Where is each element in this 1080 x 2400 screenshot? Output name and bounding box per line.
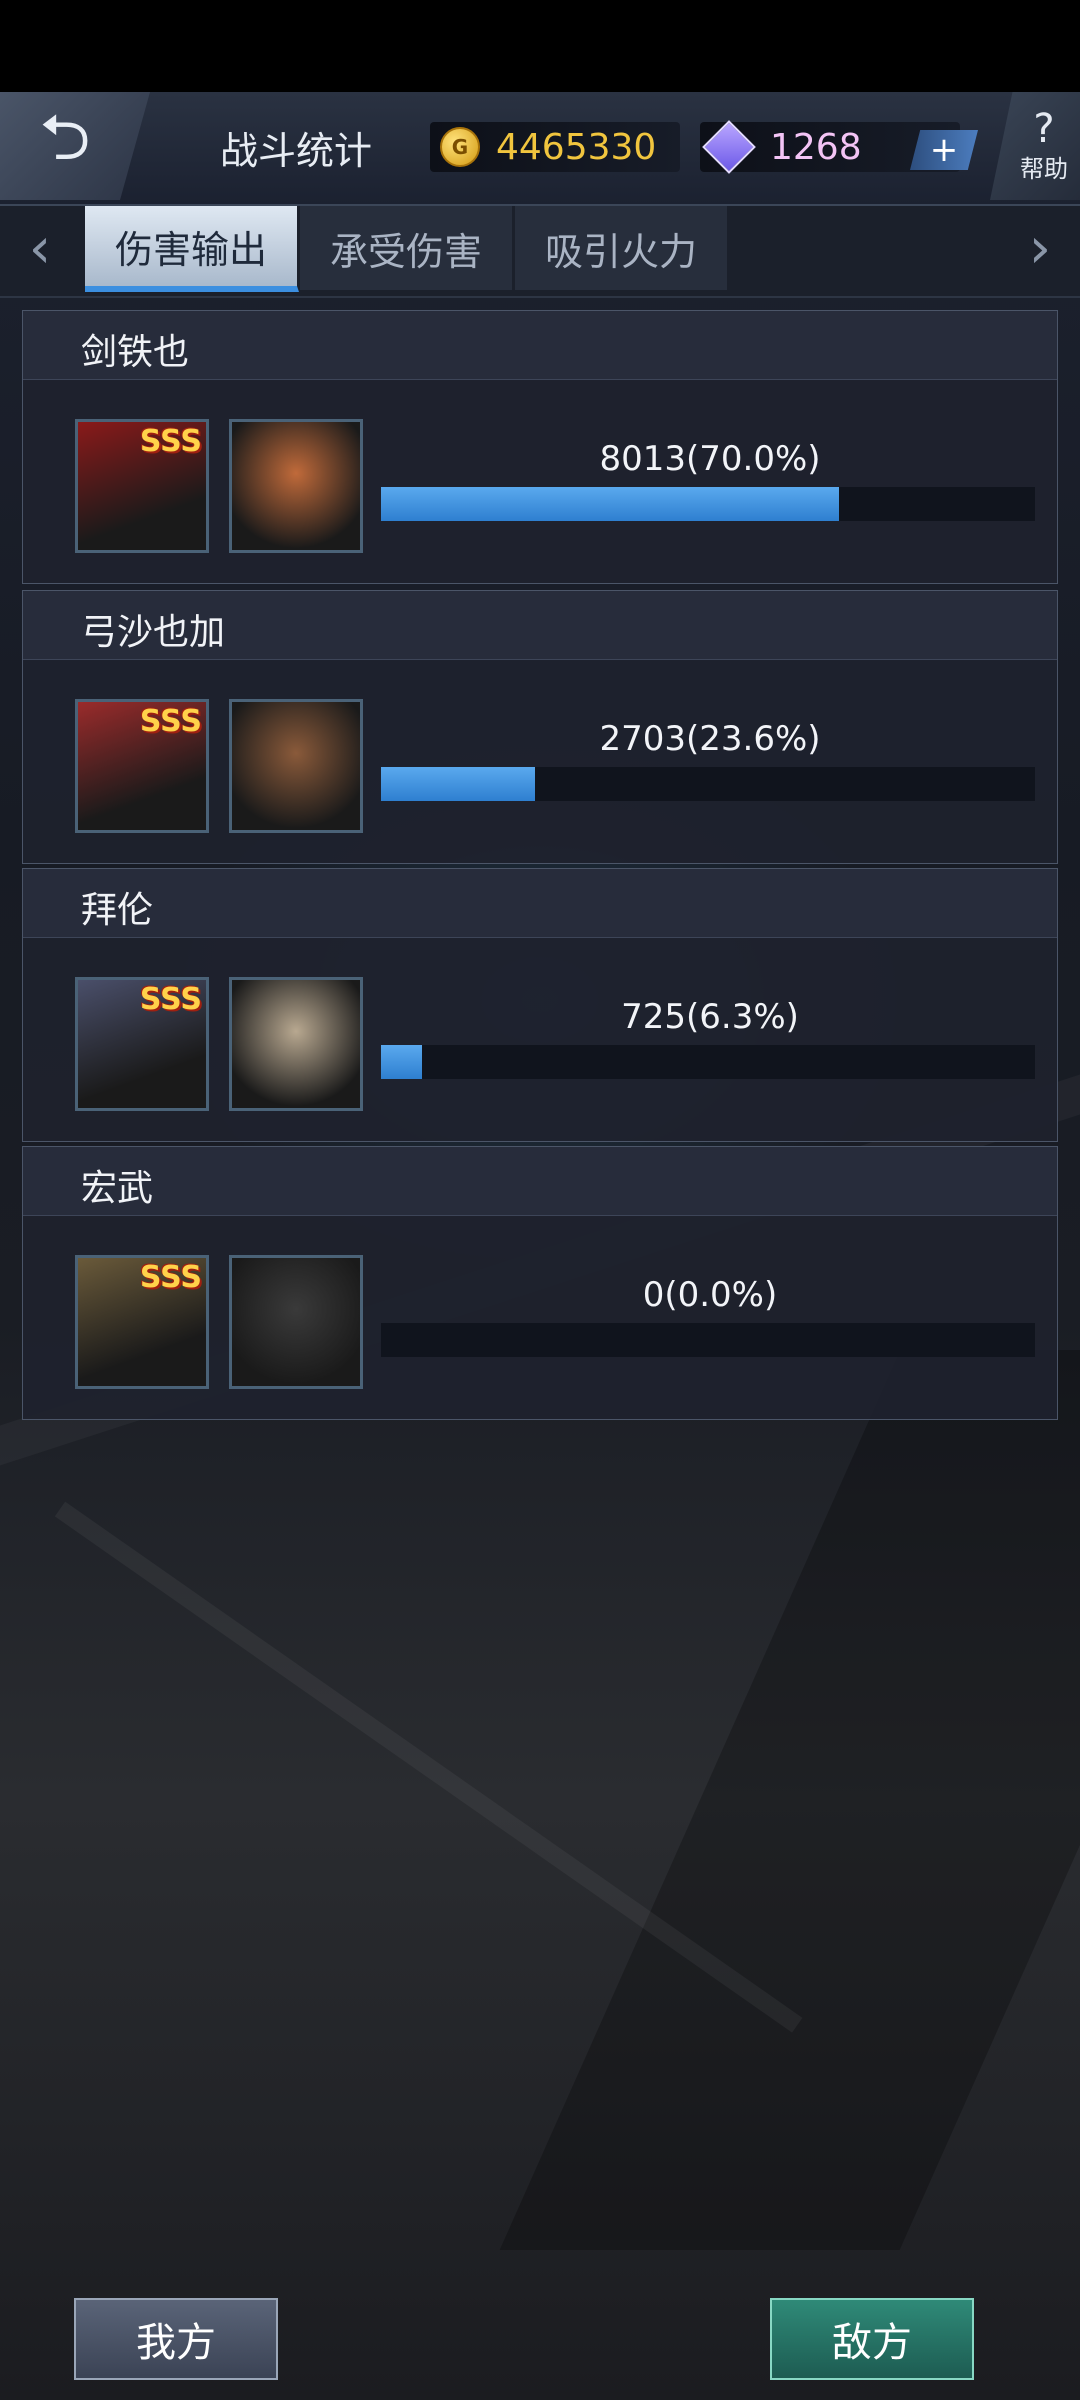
pilot-name: 剑铁也 <box>81 332 190 373</box>
pilot-name: 弓沙也加 <box>81 612 226 653</box>
damage-bar-fill <box>381 1045 423 1079</box>
damage-bar <box>381 1323 1035 1357</box>
player-card: 宏武 SSS 0(0.0%) <box>22 1146 1058 1420</box>
card-header: 拜伦 <box>23 869 1057 938</box>
pilot-art <box>232 1258 360 1386</box>
tab-bar: ‹ 伤害输出 承受伤害 吸引火力 › <box>0 206 1080 298</box>
gem-value: 1268 <box>770 126 862 168</box>
status-bar <box>0 0 1080 92</box>
pilot-art <box>232 980 360 1108</box>
enemy-button[interactable]: 敌方 <box>770 2298 974 2380</box>
card-header: 弓沙也加 <box>23 591 1057 660</box>
pilot-art <box>232 422 360 550</box>
diamond-icon <box>702 120 756 174</box>
ally-button[interactable]: 我方 <box>74 2298 278 2380</box>
damage-stat: 2703(23.6%) <box>599 719 821 759</box>
add-gems-button[interactable]: + <box>910 130 978 170</box>
page-title: 战斗统计 <box>220 129 373 173</box>
rank-badge: SSS <box>139 424 202 459</box>
gold-value: 4465330 <box>496 126 657 168</box>
damage-bar <box>381 1045 1035 1079</box>
help-button[interactable]: ? 帮助 <box>990 92 1080 200</box>
rank-badge: SSS <box>139 704 202 739</box>
player-card: 剑铁也 SSS 8013(70.0%) <box>22 310 1058 584</box>
pilot-art <box>232 702 360 830</box>
damage-stat: 0(0.0%) <box>642 1275 778 1315</box>
damage-bar <box>381 487 1035 521</box>
gold-coin-icon: G <box>440 127 480 167</box>
damage-stat: 725(6.3%) <box>621 997 799 1037</box>
mech-portrait[interactable]: SSS <box>75 1255 209 1389</box>
tab-next-arrow-icon[interactable]: › <box>1010 216 1070 281</box>
damage-bar-fill <box>381 487 839 521</box>
damage-bar <box>381 767 1035 801</box>
gold-counter: G 4465330 <box>430 122 680 172</box>
back-arrow-icon: ⮌ <box>39 101 91 175</box>
card-header: 剑铁也 <box>23 311 1057 380</box>
question-icon: ? <box>1033 105 1055 152</box>
mech-portrait[interactable]: SSS <box>75 699 209 833</box>
back-button[interactable]: ⮌ <box>0 92 150 200</box>
tab-draw-fire[interactable]: 吸引火力 <box>515 206 729 290</box>
header-bar: ⮌ 战斗统计 G 4465330 1268 + ? 帮助 <box>0 92 1080 206</box>
damage-stat: 8013(70.0%) <box>599 439 821 479</box>
tab-prev-arrow-icon[interactable]: ‹ <box>10 216 70 281</box>
tab-damage-taken[interactable]: 承受伤害 <box>300 206 514 290</box>
pilot-portrait[interactable] <box>229 419 363 553</box>
mech-portrait[interactable]: SSS <box>75 977 209 1111</box>
mech-portrait[interactable]: SSS <box>75 419 209 553</box>
pilot-portrait[interactable] <box>229 1255 363 1389</box>
damage-bar-fill <box>381 767 536 801</box>
rank-badge: SSS <box>139 1260 202 1295</box>
help-label: 帮助 <box>1020 154 1068 183</box>
pilot-portrait[interactable] <box>229 977 363 1111</box>
player-card: 弓沙也加 SSS 2703(23.6%) <box>22 590 1058 864</box>
player-card: 拜伦 SSS 725(6.3%) <box>22 868 1058 1142</box>
rank-badge: SSS <box>139 982 202 1017</box>
pilot-name: 拜伦 <box>81 890 154 931</box>
tab-damage-output[interactable]: 伤害输出 <box>85 206 299 292</box>
card-header: 宏武 <box>23 1147 1057 1216</box>
pilot-name: 宏武 <box>81 1168 154 1209</box>
pilot-portrait[interactable] <box>229 699 363 833</box>
